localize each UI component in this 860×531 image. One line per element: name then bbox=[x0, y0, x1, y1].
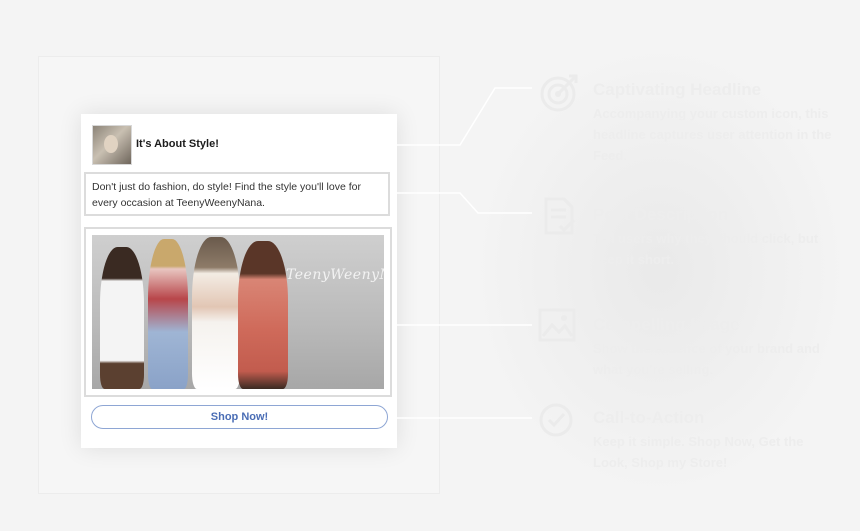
callout-title-image: Compelling Image bbox=[593, 315, 740, 334]
document-check-icon bbox=[544, 197, 576, 235]
leader-line-headline bbox=[230, 87, 532, 146]
callout-body-description: Tell users why they should click, but ke… bbox=[593, 231, 819, 267]
callout-body-headline: Accompanying your custom icon, this head… bbox=[593, 106, 832, 163]
callout-title-description: Post Description bbox=[593, 205, 729, 224]
target-icon bbox=[540, 74, 578, 112]
callout-body-image: Show the essence of your brand and what … bbox=[593, 341, 820, 377]
callout-title-cta: Call-to-Action bbox=[593, 408, 705, 427]
callout-body-cta: Keep it simple. Shop Now, Get the Look, … bbox=[593, 434, 804, 470]
image-icon bbox=[538, 308, 576, 342]
leader-line-description bbox=[392, 192, 532, 214]
callout-title-headline: Captivating Headline bbox=[593, 80, 762, 99]
checkmark-circle-icon bbox=[539, 403, 573, 437]
